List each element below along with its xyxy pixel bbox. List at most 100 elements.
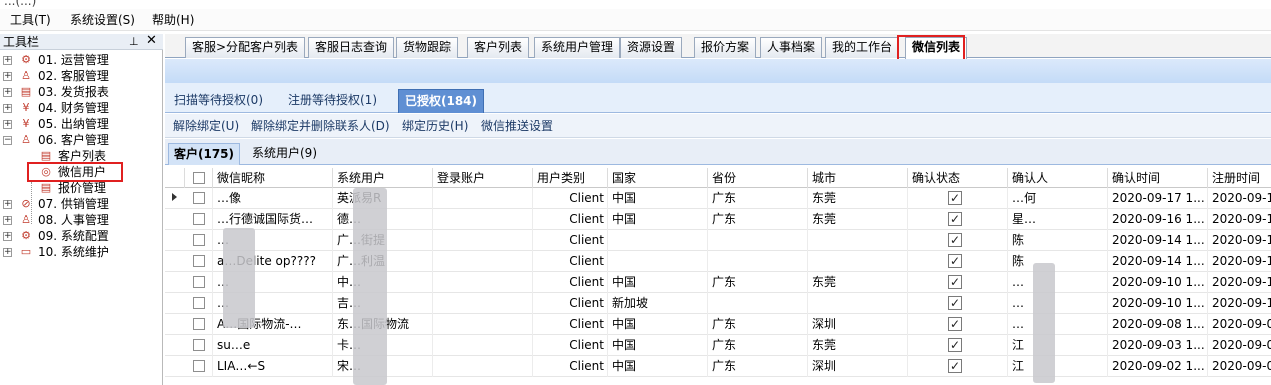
table-row[interactable]: su…e 卡… Client 中国 广东 东莞 ✓ 江 2020-09-03 1... 2020-… [165, 335, 1271, 356]
row-checkbox[interactable] [193, 234, 205, 246]
confirmed-checkbox[interactable]: ✓ [948, 296, 962, 310]
wechat-user-grid: 微信昵称 系统用户 登录账户 用户类别 国家 省份 城市 确认状态 确认人 确认… [165, 168, 1271, 385]
expand-icon[interactable]: + [3, 248, 12, 257]
row-select-cell[interactable] [185, 314, 213, 335]
row-select-cell[interactable] [185, 188, 213, 209]
confirmed-checkbox[interactable]: ✓ [948, 254, 962, 268]
tree-item-hr[interactable]: + ♙ 08. 人事管理 [0, 212, 163, 228]
cell-confirmer: … [1008, 293, 1108, 314]
menu-help[interactable]: 帮助(H) [152, 12, 194, 28]
confirmed-checkbox[interactable]: ✓ [948, 359, 962, 373]
row-select-cell[interactable] [185, 356, 213, 377]
tree-item-label: 07. 供销管理 [38, 197, 109, 211]
row-checkbox[interactable] [193, 276, 205, 288]
table-row[interactable]: …广…街提Client✓陈2020-09-14 1...2020-09-14 [165, 230, 1271, 251]
tab-customers[interactable]: 客户(175) [168, 143, 241, 165]
tree-item-quotes[interactable]: ▤ 报价管理 [0, 180, 163, 196]
select-all-checkbox[interactable] [193, 172, 205, 184]
row-select-cell[interactable] [185, 251, 213, 272]
col-confirmer[interactable]: 确认人 [1008, 168, 1108, 188]
confirmed-checkbox[interactable]: ✓ [948, 191, 962, 205]
col-confirm-time[interactable]: 确认时间 [1108, 168, 1208, 188]
bind-history-button[interactable]: 绑定历史(H) [402, 118, 468, 134]
tab-hr-files[interactable]: 人事档案 [760, 37, 823, 58]
col-system-user[interactable]: 系统用户 [333, 168, 433, 188]
col-city[interactable]: 城市 [808, 168, 908, 188]
row-checkbox[interactable] [193, 255, 205, 267]
tab-cargo-tracking[interactable]: 货物跟踪 [396, 37, 459, 58]
confirmed-checkbox[interactable]: ✓ [948, 317, 962, 331]
row-select-cell[interactable] [185, 293, 213, 314]
row-select-cell[interactable] [185, 209, 213, 230]
col-country[interactable]: 国家 [608, 168, 708, 188]
tab-system-users-count[interactable]: 系统用户(9) [247, 143, 322, 165]
col-user-type[interactable]: 用户类别 [533, 168, 608, 188]
col-confirm-status[interactable]: 确认状态 [908, 168, 1008, 188]
tree-item-supply[interactable]: + ⊘ 07. 供销管理 [0, 196, 163, 212]
row-checkbox[interactable] [193, 192, 205, 204]
row-checkbox[interactable] [193, 318, 205, 330]
expand-icon[interactable]: + [3, 120, 12, 129]
row-checkbox[interactable] [193, 297, 205, 309]
table-row[interactable]: A…国际物流-…东…国际物流Client中国广东深圳✓…2020-09-08 1… [165, 314, 1271, 335]
menu-tools[interactable]: 工具(T) [10, 12, 51, 28]
col-register-time[interactable]: 注册时间 [1208, 168, 1271, 188]
table-row[interactable]: …中…Client中国广东东莞✓…2020-09-10 1...2020-09-… [165, 272, 1271, 293]
close-icon[interactable]: ✕ [146, 34, 157, 48]
expand-icon[interactable]: + [3, 56, 12, 65]
row-select-cell[interactable] [185, 230, 213, 251]
tab-resources[interactable]: 资源设置 [620, 37, 683, 58]
cell-confirm-status: ✓ [908, 188, 1008, 209]
menu-system-settings[interactable]: 系统设置(S) [70, 12, 135, 28]
tab-system-users[interactable]: 系统用户管理 [534, 37, 621, 58]
confirmed-checkbox[interactable]: ✓ [948, 338, 962, 352]
col-nickname[interactable]: 微信昵称 [213, 168, 333, 188]
cell-login-account [433, 251, 533, 272]
table-row[interactable]: LIA…←S 宋… Client 中国 广东 深圳 ✓ 江 2020-09-02 1... 202… [165, 356, 1271, 377]
unbind-delete-button[interactable]: 解除绑定并删除联系人(D) [251, 118, 390, 134]
expand-icon[interactable]: + [3, 216, 12, 225]
tab-authorized[interactable]: 已授权(184) [398, 89, 485, 113]
push-settings-button[interactable]: 微信推送设置 [481, 118, 553, 134]
expand-icon[interactable]: + [3, 200, 12, 209]
tree-item-customers[interactable]: − ♙ 06. 客户管理 [0, 132, 163, 148]
row-checkbox[interactable] [193, 213, 205, 225]
table-row[interactable]: …行德诚国际货… 德… Client 中国 广东 东莞 ✓ 星… 2020-09-16 1...… [165, 209, 1271, 230]
table-row[interactable]: …像英派易RClient中国广东东莞✓…何2020-09-17 1...2020… [165, 188, 1271, 209]
select-all-header[interactable] [185, 168, 213, 188]
confirmed-checkbox[interactable]: ✓ [948, 275, 962, 289]
tab-scan-pending[interactable]: 扫描等待授权(0) [168, 89, 269, 113]
tree-item-cashier[interactable]: + ¥ 05. 出纳管理 [0, 116, 163, 132]
expand-icon[interactable]: + [3, 232, 12, 241]
tree-item-config[interactable]: + ⚙ 09. 系统配置 [0, 228, 163, 244]
col-province[interactable]: 省份 [708, 168, 808, 188]
confirmed-checkbox[interactable]: ✓ [948, 233, 962, 247]
tab-quote-plans[interactable]: 报价方案 [694, 37, 757, 58]
tree-item-operations[interactable]: + ⚙ 01. 运营管理 [0, 52, 163, 68]
expand-icon[interactable]: + [3, 104, 12, 113]
tree-item-maintenance[interactable]: + ▭ 10. 系统维护 [0, 244, 163, 260]
expand-icon[interactable]: + [3, 72, 12, 81]
cell-country: 中国 [608, 209, 708, 230]
tab-my-workbench[interactable]: 我的工作台 [825, 37, 900, 58]
tree-item-shipping-report[interactable]: + ▤ 03. 发货报表 [0, 84, 163, 100]
window-titlebar: ...(...) [0, 0, 1271, 9]
pin-icon[interactable]: ⊥ [129, 35, 139, 49]
table-row[interactable]: …吉…Client新加坡✓…2020-09-10 1...2020-09-10 [165, 293, 1271, 314]
tab-register-pending[interactable]: 注册等待授权(1) [282, 89, 383, 113]
expand-icon[interactable]: + [3, 88, 12, 97]
tab-service-log[interactable]: 客服日志查询 [308, 37, 395, 58]
row-checkbox[interactable] [193, 360, 205, 372]
tab-customer-list[interactable]: 客户列表 [467, 37, 530, 58]
row-select-cell[interactable] [185, 335, 213, 356]
collapse-icon[interactable]: − [3, 136, 12, 145]
row-checkbox[interactable] [193, 339, 205, 351]
tab-assign-customers[interactable]: 客服>分配客户列表 [185, 37, 306, 58]
unbind-button[interactable]: 解除绑定(U) [173, 118, 239, 134]
col-login-account[interactable]: 登录账户 [433, 168, 533, 188]
row-select-cell[interactable] [185, 272, 213, 293]
tree-item-finance[interactable]: + ¥ 04. 财务管理 [0, 100, 163, 116]
tree-item-customer-service[interactable]: + ♙ 02. 客服管理 [0, 68, 163, 84]
confirmed-checkbox[interactable]: ✓ [948, 212, 962, 226]
table-row[interactable]: a…Delite op????广…利温Client✓陈2020-09-14 1.… [165, 251, 1271, 272]
